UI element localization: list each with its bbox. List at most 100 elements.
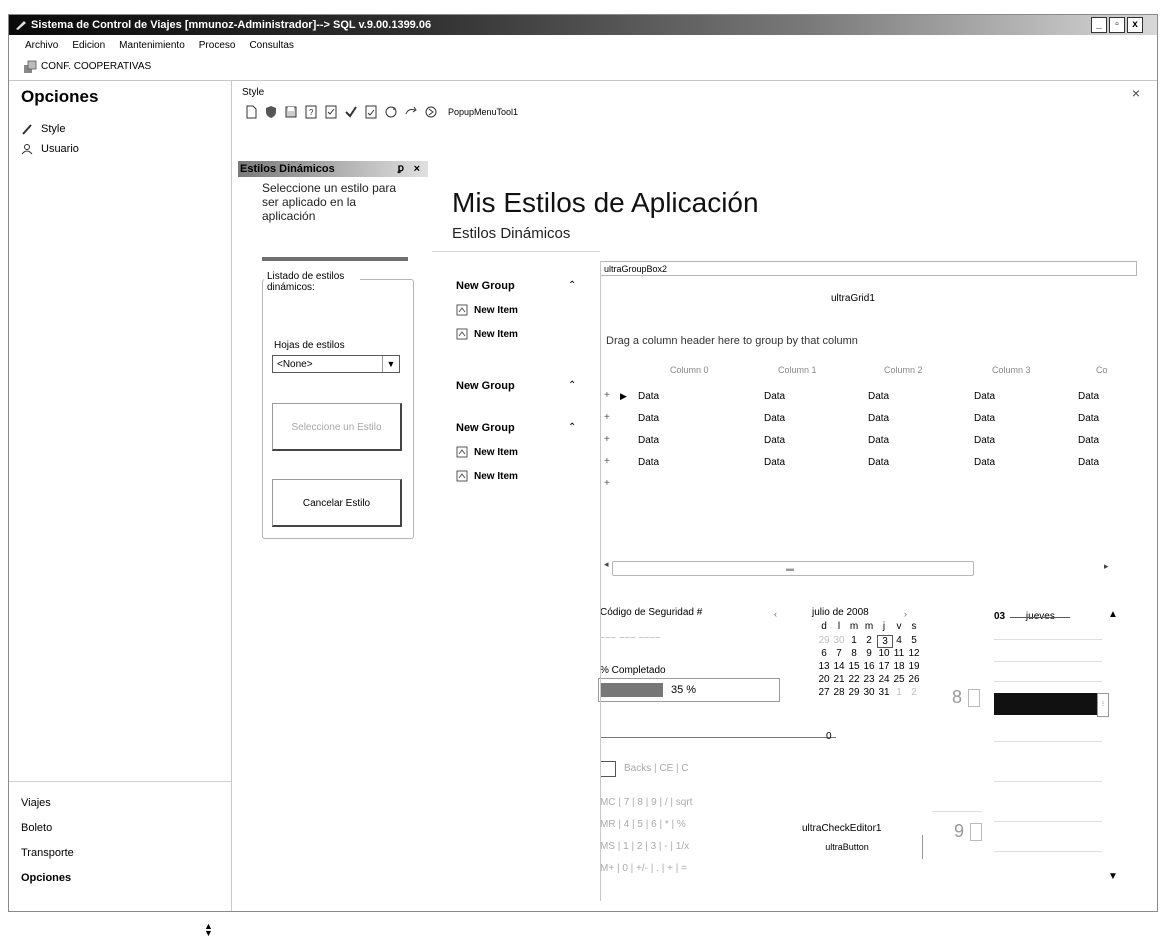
calendar-day[interactable]: 25 bbox=[892, 674, 906, 685]
close-button[interactable]: x bbox=[1127, 17, 1143, 33]
row-expander[interactable]: + bbox=[604, 390, 610, 401]
grid-cell[interactable]: Data bbox=[1078, 435, 1099, 446]
calendar-day[interactable]: 2 bbox=[862, 635, 876, 646]
explorer-item[interactable]: New Item bbox=[456, 446, 518, 458]
calculator-row[interactable]: Backs | CE | C bbox=[624, 763, 689, 774]
refresh-icon[interactable] bbox=[384, 105, 398, 119]
group-by-area[interactable]: Drag a column header here to group by th… bbox=[606, 335, 858, 347]
grid-cell[interactable]: Data bbox=[868, 391, 889, 402]
calculator-row[interactable]: MR | 4 | 5 | 6 | * | % bbox=[600, 819, 686, 830]
scroll-thumb-grip[interactable]: ▬ bbox=[786, 565, 794, 573]
dark-editor-button[interactable]: ⁝ bbox=[1097, 693, 1109, 717]
explorer-group[interactable]: New Group bbox=[456, 422, 515, 434]
calendar-day[interactable]: 5 bbox=[907, 635, 921, 646]
spin-button[interactable] bbox=[970, 823, 982, 841]
grid-cell[interactable]: Data bbox=[764, 457, 785, 468]
grid-cell[interactable]: Data bbox=[868, 413, 889, 424]
grid-cell[interactable]: Data bbox=[638, 457, 659, 468]
calendar-day[interactable]: 1 bbox=[847, 635, 861, 646]
numeric-editor-8[interactable]: 8 bbox=[952, 687, 962, 708]
grid-cell[interactable]: Data bbox=[1078, 457, 1099, 468]
calendar-day[interactable]: 18 bbox=[892, 661, 906, 672]
menu-mantenimiento[interactable]: Mantenimiento bbox=[119, 37, 185, 55]
checked-page-icon[interactable] bbox=[324, 105, 338, 119]
calendar-day[interactable]: 7 bbox=[832, 648, 846, 659]
stylesheet-combo[interactable]: <None> ▼ bbox=[272, 355, 400, 373]
style-panel-close-button[interactable]: × bbox=[1132, 85, 1140, 101]
calendar-prev-icon[interactable]: ‹ bbox=[774, 609, 777, 619]
calendar-day[interactable]: 27 bbox=[817, 687, 831, 698]
popup-menu-tool[interactable]: PopupMenuTool1 bbox=[448, 107, 518, 117]
cancel-style-button[interactable]: Cancelar Estilo bbox=[272, 479, 402, 527]
select-style-button[interactable]: Seleccione un Estilo bbox=[272, 403, 402, 451]
calendar-day[interactable]: 21 bbox=[832, 674, 846, 685]
explorer-group[interactable]: New Group bbox=[456, 280, 515, 292]
explorer-item[interactable]: New Item bbox=[456, 304, 518, 316]
cooperativas-button[interactable]: CONF. COOPERATIVAS bbox=[41, 57, 151, 77]
pin-icon[interactable]: ꝑ bbox=[398, 161, 404, 177]
grid-cell[interactable]: Data bbox=[638, 435, 659, 446]
help-icon[interactable]: ? bbox=[304, 105, 318, 119]
nav-bottom-viajes[interactable]: Viajes bbox=[21, 797, 51, 809]
nav-item-style[interactable]: Style bbox=[21, 123, 65, 135]
ultra-button[interactable]: ultraButton bbox=[772, 835, 923, 859]
calendar-day[interactable]: 23 bbox=[862, 674, 876, 685]
check-icon[interactable] bbox=[344, 105, 358, 119]
save-icon[interactable] bbox=[284, 105, 298, 119]
grid-cell[interactable]: Data bbox=[974, 413, 995, 424]
calendar-day[interactable]: 9 bbox=[862, 648, 876, 659]
calendar-day[interactable]: 8 bbox=[847, 648, 861, 659]
row-expander[interactable]: + bbox=[604, 434, 610, 445]
calendar-day[interactable]: 30 bbox=[862, 687, 876, 698]
forward-icon[interactable] bbox=[424, 105, 438, 119]
calendar-day[interactable]: 28 bbox=[832, 687, 846, 698]
calendar-day[interactable]: 11 bbox=[892, 648, 906, 659]
nav-bottom-boleto[interactable]: Boleto bbox=[21, 822, 52, 834]
grid-cell[interactable]: Data bbox=[638, 413, 659, 424]
shield-icon[interactable] bbox=[264, 105, 278, 119]
scroll-left-icon[interactable]: ◂ bbox=[604, 559, 609, 570]
grid-cell[interactable]: Data bbox=[868, 457, 889, 468]
calendar-day[interactable]: 29 bbox=[847, 687, 861, 698]
nav-item-usuario[interactable]: Usuario bbox=[21, 143, 79, 155]
column-header[interactable]: Column 1 bbox=[778, 365, 817, 375]
calculator-display[interactable] bbox=[600, 761, 616, 777]
nav-bottom-opciones[interactable]: Opciones bbox=[21, 872, 71, 884]
title-bar[interactable]: Sistema de Control de Viajes [mmunoz-Adm… bbox=[9, 15, 1157, 35]
grid-cell[interactable]: Data bbox=[974, 391, 995, 402]
maximize-button[interactable]: ▫ bbox=[1109, 17, 1125, 33]
menu-consultas[interactable]: Consultas bbox=[249, 37, 293, 55]
calendar-day[interactable]: 22 bbox=[847, 674, 861, 685]
nav-splitter[interactable] bbox=[9, 781, 231, 782]
calendar-day[interactable]: 30 bbox=[832, 635, 846, 646]
new-document-icon[interactable] bbox=[244, 105, 258, 119]
grid-cell[interactable]: Data bbox=[974, 435, 995, 446]
chevron-down-icon[interactable]: ▼ bbox=[382, 356, 399, 372]
explorer-item[interactable]: New Item bbox=[456, 328, 518, 340]
grid-cell[interactable]: Data bbox=[764, 413, 785, 424]
dock-close-button[interactable]: × bbox=[414, 161, 420, 177]
calendar-day[interactable]: 19 bbox=[907, 661, 921, 672]
calendar-day[interactable]: 29 bbox=[817, 635, 831, 646]
grid-cell[interactable]: Data bbox=[868, 435, 889, 446]
calendar-day[interactable]: 16 bbox=[862, 661, 876, 672]
collapse-icon[interactable]: ⌃ bbox=[568, 422, 576, 433]
scroll-right-icon[interactable]: ▸ bbox=[1104, 561, 1109, 572]
scroll-up-icon[interactable]: ▲ bbox=[1108, 609, 1118, 620]
spin-button[interactable] bbox=[968, 689, 980, 707]
column-header[interactable]: Column 0 bbox=[670, 365, 709, 375]
calendar-day[interactable]: 12 bbox=[907, 648, 921, 659]
menu-archivo[interactable]: Archivo bbox=[25, 37, 58, 55]
calendar-day[interactable]: 31 bbox=[877, 687, 891, 698]
collapse-icon[interactable]: ⌃ bbox=[568, 380, 576, 391]
calculator-row[interactable]: MC | 7 | 8 | 9 | / | sqrt bbox=[600, 797, 692, 808]
collapse-icon[interactable]: ⌃ bbox=[568, 280, 576, 291]
calendar-day[interactable]: 10 bbox=[877, 648, 891, 659]
calendar-day[interactable]: 24 bbox=[877, 674, 891, 685]
scroll-down-icon[interactable]: ▼ bbox=[1108, 871, 1118, 882]
calendar-day[interactable]: 4 bbox=[892, 635, 906, 646]
redo-icon[interactable] bbox=[404, 105, 418, 119]
calendar-day[interactable]: 3 bbox=[877, 635, 893, 648]
calendar-day[interactable]: 14 bbox=[832, 661, 846, 672]
column-header[interactable]: Co bbox=[1096, 365, 1108, 375]
